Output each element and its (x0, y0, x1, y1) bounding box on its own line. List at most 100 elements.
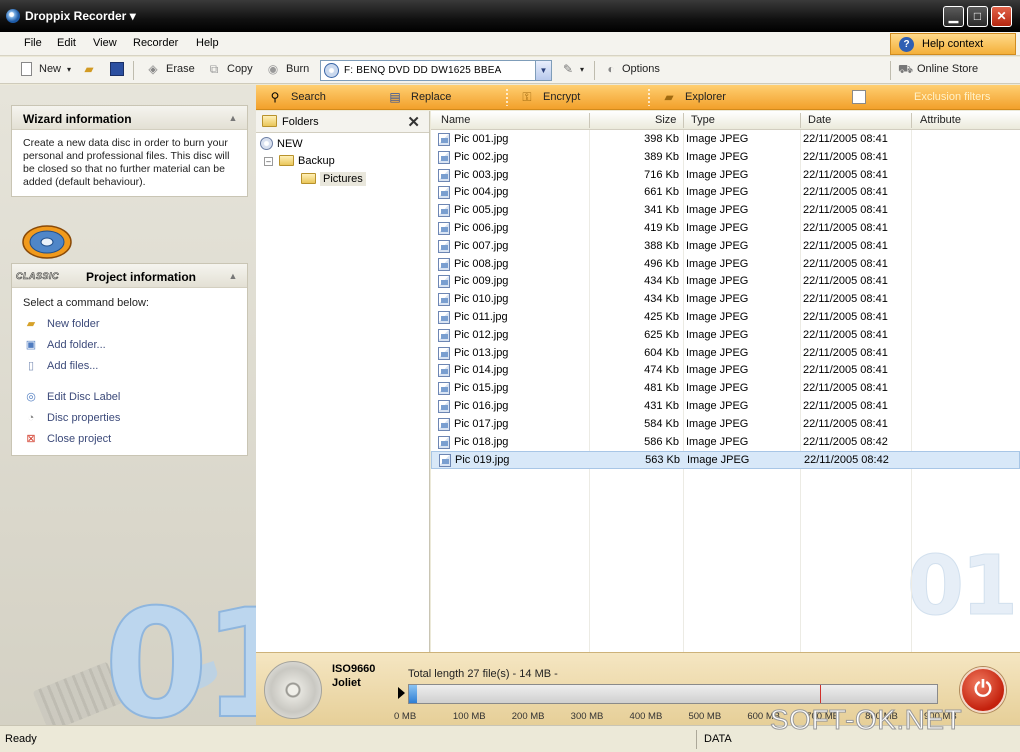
column-divider[interactable] (911, 113, 912, 128)
file-row[interactable]: Pic 014.jpg 474 Kb Image JPEG 22/11/2005 08… (431, 362, 1020, 380)
tree-node-backup[interactable]: – Backup (264, 155, 335, 167)
file-row[interactable]: Pic 018.jpg 586 Kb Image JPEG 22/11/2005 08… (431, 434, 1020, 452)
online-store-button[interactable]: Online Store (917, 63, 978, 75)
file-row[interactable]: Pic 017.jpg 584 Kb Image JPEG 22/11/2005 08… (431, 416, 1020, 434)
folder-icon: ▰ (26, 318, 36, 330)
tree-node-pictures[interactable]: Pictures (301, 172, 366, 186)
file-list-header: Name Size Type Date Attribute (431, 111, 1020, 130)
file-row[interactable]: Pic 010.jpg 434 Kb Image JPEG 22/11/2005 08… (431, 291, 1020, 309)
tree-node-new[interactable]: NEW (260, 137, 303, 150)
exclusion-filters-checkbox[interactable] (852, 90, 866, 104)
file-row[interactable]: Pic 013.jpg 604 Kb Image JPEG 22/11/2005 08… (431, 345, 1020, 363)
tools-icon[interactable]: ✎ (561, 62, 575, 76)
maximize-button[interactable]: □ (967, 6, 988, 27)
tools-dropdown-arrow[interactable]: ▾ (580, 65, 584, 74)
column-header-date[interactable]: Date (808, 114, 831, 126)
new-button[interactable]: New (39, 63, 61, 75)
file-size: 604 Kb (644, 346, 679, 359)
open-folder-icon[interactable]: ▰ (82, 62, 96, 76)
file-row[interactable]: Pic 003.jpg 716 Kb Image JPEG 22/11/2005 08… (431, 167, 1020, 185)
window-title[interactable]: Droppix Recorder ▾ (25, 9, 136, 23)
file-date: 22/11/2005 08:42 (804, 454, 889, 467)
file-row[interactable]: Pic 002.jpg 389 Kb Image JPEG 22/11/2005 08… (431, 149, 1020, 167)
file-row[interactable]: Pic 009.jpg 434 Kb Image JPEG 22/11/2005 08… (431, 273, 1020, 291)
replace-button[interactable]: Replace (411, 91, 451, 103)
menu-recorder[interactable]: Recorder (133, 37, 178, 49)
file-name: Pic 017.jpg (454, 417, 509, 430)
file-name: Pic 008.jpg (454, 257, 509, 270)
column-divider[interactable] (683, 113, 684, 128)
jpeg-file-icon (438, 310, 450, 324)
disc-icon (260, 137, 273, 150)
help-context-button[interactable]: ? Help context (890, 33, 1016, 55)
drive-select[interactable]: F: BENQ DVD DD DW1625 BBEA ▼ (320, 60, 552, 81)
exclusion-filters-label[interactable]: Exclusion filters (914, 91, 990, 103)
replace-icon: ▤ (389, 90, 401, 104)
search-button[interactable]: Search (291, 91, 326, 103)
file-row[interactable]: Pic 001.jpg 398 Kb Image JPEG 22/11/2005 08… (431, 131, 1020, 149)
burn-power-button[interactable]: ⏻ (960, 667, 1006, 713)
minimize-button[interactable]: ▁ (943, 6, 964, 27)
column-header-name[interactable]: Name (441, 114, 470, 126)
jpeg-file-icon (438, 221, 450, 235)
collapse-expander-icon[interactable]: – (264, 157, 273, 166)
file-size: 661 Kb (644, 186, 679, 199)
file-type: Image JPEG (686, 417, 749, 430)
folder-open-icon (301, 173, 316, 184)
wizard-information-box: Wizard information ▲ Create a new data d… (11, 105, 248, 197)
menu-view[interactable]: View (93, 37, 117, 49)
classic-disc-logo (22, 225, 72, 259)
file-row[interactable]: Pic 008.jpg 496 Kb Image JPEG 22/11/2005 08… (431, 256, 1020, 274)
burn-button[interactable]: Burn (286, 63, 309, 75)
file-row[interactable]: Pic 012.jpg 625 Kb Image JPEG 22/11/2005 08… (431, 327, 1020, 345)
column-header-type[interactable]: Type (691, 114, 715, 126)
column-divider[interactable] (800, 113, 801, 128)
file-row[interactable]: Pic 011.jpg 425 Kb Image JPEG 22/11/2005 08… (431, 309, 1020, 327)
status-separator (696, 730, 697, 749)
file-row[interactable]: Pic 006.jpg 419 Kb Image JPEG 22/11/2005 08… (431, 220, 1020, 238)
close-icon[interactable]: ✕ (407, 113, 420, 131)
file-row[interactable]: Pic 005.jpg 341 Kb Image JPEG 22/11/2005 08… (431, 202, 1020, 220)
menu-file[interactable]: File (24, 37, 42, 49)
drive-disc-icon (324, 63, 339, 78)
file-row[interactable]: Pic 019.jpg 563 Kb Image JPEG 22/11/2005 08… (431, 451, 1020, 470)
project-information-box: CLASSIC Project information ▲ Select a c… (11, 263, 248, 456)
jpeg-file-icon (438, 328, 450, 342)
new-dropdown-arrow[interactable]: ▾ (67, 65, 71, 74)
capacity-tick-label: 500 MB (688, 711, 722, 722)
file-row[interactable]: Pic 016.jpg 431 Kb Image JPEG 22/11/2005 08… (431, 398, 1020, 416)
explorer-button[interactable]: Explorer (685, 91, 726, 103)
chevron-down-icon[interactable]: ▼ (535, 61, 551, 80)
erase-button[interactable]: Erase (166, 63, 195, 75)
file-type: Image JPEG (686, 204, 749, 217)
wizard-header[interactable]: Wizard information ▲ (12, 106, 247, 130)
column-header-attribute[interactable]: Attribute (920, 114, 961, 126)
file-row[interactable]: Pic 007.jpg 388 Kb Image JPEG 22/11/2005 08… (431, 238, 1020, 256)
encrypt-button[interactable]: Encrypt (543, 91, 580, 103)
file-row[interactable]: Pic 004.jpg 661 Kb Image JPEG 22/11/2005 08… (431, 184, 1020, 202)
file-name: Pic 012.jpg (454, 328, 509, 341)
file-type: Image JPEG (686, 310, 749, 323)
column-divider[interactable] (589, 113, 590, 128)
close-button[interactable]: ✕ (991, 6, 1012, 27)
collapse-chevron-icon[interactable]: ▲ (226, 269, 240, 283)
file-row[interactable]: Pic 015.jpg 481 Kb Image JPEG 22/11/2005 08… (431, 380, 1020, 398)
file-size: 425 Kb (644, 310, 679, 323)
add-folder-icon: ▣ (25, 339, 37, 351)
file-date: 22/11/2005 08:41 (803, 382, 888, 395)
file-rows: Pic 001.jpg 398 Kb Image JPEG 22/11/2005 08… (431, 131, 1020, 470)
app-disc-icon[interactable] (6, 9, 20, 23)
options-button[interactable]: Options (622, 63, 660, 75)
project-header[interactable]: CLASSIC Project information ▲ (12, 264, 247, 288)
toolbar-separator (133, 61, 134, 80)
file-size: 586 Kb (644, 435, 679, 448)
copy-button[interactable]: Copy (227, 63, 253, 75)
file-type: Image JPEG (686, 399, 749, 412)
save-icon[interactable] (110, 62, 124, 76)
collapse-chevron-icon[interactable]: ▲ (226, 111, 240, 125)
menu-help[interactable]: Help (196, 37, 219, 49)
menu-edit[interactable]: Edit (57, 37, 76, 49)
column-header-size[interactable]: Size (655, 114, 676, 126)
file-size: 388 Kb (644, 239, 679, 252)
file-size: 584 Kb (644, 417, 679, 430)
